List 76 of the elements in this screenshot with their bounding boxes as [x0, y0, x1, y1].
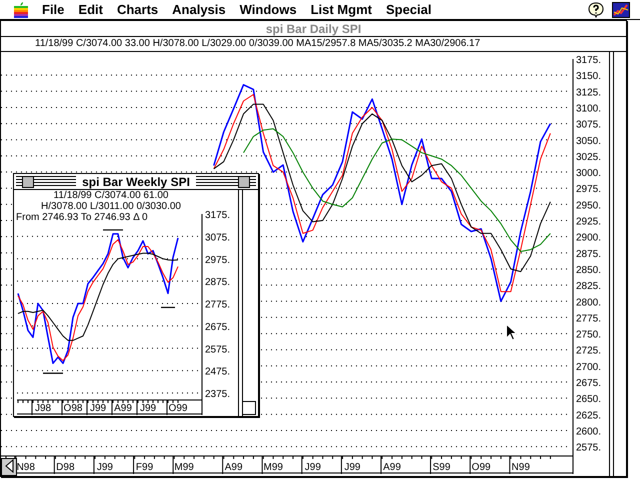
- y-axis-label: 2575.: [205, 344, 230, 356]
- y-axis-label: 3175.: [205, 210, 230, 221]
- y-axis-label: 2875.: [576, 248, 602, 260]
- x-axis-label: D98: [56, 462, 75, 473]
- y-axis-label: 2475.: [205, 366, 230, 378]
- x-axis-label: J98: [34, 403, 52, 414]
- y-axis-label: 2375.: [205, 389, 230, 400]
- y-axis-label: 2975.: [576, 184, 602, 196]
- scroll-bar[interactable]: [238, 190, 257, 416]
- x-axis-label: S99: [432, 462, 450, 473]
- y-axis-label: 2775.: [576, 313, 602, 324]
- x-axis-label: J99: [304, 462, 321, 473]
- marker-line: [103, 229, 123, 231]
- x-axis-label: M99: [174, 462, 194, 473]
- x-axis-label: F99: [136, 462, 154, 473]
- resize-box[interactable]: [242, 401, 256, 415]
- y-axis-label: 2725.: [576, 346, 602, 357]
- quote-summary: 11/18/99 C/3074.00 61.00: [52, 190, 170, 201]
- x-axis-label: O98: [64, 403, 82, 414]
- y-axis-label: 2850.: [576, 264, 602, 276]
- y-axis-label: 2975.: [205, 254, 230, 266]
- y-axis-label: 2800.: [576, 297, 602, 308]
- x-axis-label: J99: [140, 403, 156, 414]
- menu-item[interactable]: Special: [386, 2, 432, 17]
- x-axis-label: O99: [168, 403, 188, 414]
- y-axis-label: 3000.: [576, 168, 602, 180]
- x-axis-label: J99: [90, 403, 106, 414]
- x-axis-label: O99: [472, 462, 491, 473]
- window-title: spi Bar Weekly SPI: [76, 174, 196, 188]
- y-axis-label: 3075.: [205, 232, 230, 244]
- y-axis-label: 2675.: [205, 322, 230, 333]
- y-axis-label: 2775.: [205, 300, 230, 311]
- y-axis-label: 3050.: [576, 136, 602, 147]
- y-axis-label: 3150.: [576, 71, 602, 82]
- x-axis-label: N98: [16, 462, 35, 473]
- help-icon[interactable]: [588, 2, 604, 18]
- apple-icon[interactable]: [14, 2, 28, 18]
- menu-item[interactable]: File: [42, 2, 64, 17]
- y-axis-label: 3075.: [576, 120, 602, 131]
- menu-item[interactable]: Edit: [78, 2, 103, 17]
- y-axis-label: 3100.: [576, 103, 602, 114]
- marker-line: [161, 306, 175, 308]
- zoom-box[interactable]: [238, 176, 250, 188]
- x-axis-label: N99: [512, 462, 530, 473]
- x-axis-label: J99: [96, 462, 113, 473]
- chart-app-icon[interactable]: [612, 2, 630, 18]
- pointer-icon: [506, 324, 517, 341]
- y-axis-label: 3125.: [576, 87, 602, 98]
- x-axis-label: M99: [264, 462, 283, 473]
- y-axis-label: 2925.: [576, 216, 602, 228]
- x-axis-label: J99: [344, 462, 360, 473]
- menu-item[interactable]: Analysis: [172, 2, 226, 17]
- y-axis-label: 2875.: [205, 277, 230, 288]
- y-axis-label: 3175.: [576, 55, 602, 66]
- x-axis-label: A99: [224, 462, 243, 473]
- x-axis-label: A99: [114, 403, 132, 414]
- y-axis-label: 2575.: [576, 442, 602, 454]
- menu-item[interactable]: Windows: [240, 2, 297, 17]
- quote-summary: 11/18/99 C/3074.00 33.00 H/3078.00 L/3029.00 0/3039.00 MA15/2957.8 MA5/3035.2 MA30/2906.17: [1, 37, 626, 52]
- y-axis-label: 2950.: [576, 200, 602, 212]
- quote-summary: H/3078.00 L/3011.00 0/3030.00: [40, 201, 182, 212]
- y-axis-label: 2900.: [576, 232, 602, 244]
- y-axis-label: 2750.: [576, 330, 602, 341]
- scroll-left-button[interactable]: [1, 458, 17, 476]
- close-box[interactable]: [22, 176, 34, 188]
- y-axis-label: 2675.: [576, 378, 602, 390]
- menu-item[interactable]: List Mgmt: [310, 2, 372, 17]
- y-axis-label: 3025.: [576, 152, 602, 163]
- y-axis-label: 2825.: [576, 281, 602, 292]
- menu-item[interactable]: Charts: [116, 2, 158, 17]
- x-axis-label: A99: [383, 462, 401, 473]
- y-axis-label: 2625.: [576, 410, 602, 422]
- y-axis-label: 2650.: [576, 394, 602, 406]
- y-axis-label: 2700.: [576, 362, 602, 373]
- y-axis-label: 2600.: [576, 426, 602, 438]
- quote-summary: From 2746.93 To 2746.93 Δ 0: [16, 212, 149, 223]
